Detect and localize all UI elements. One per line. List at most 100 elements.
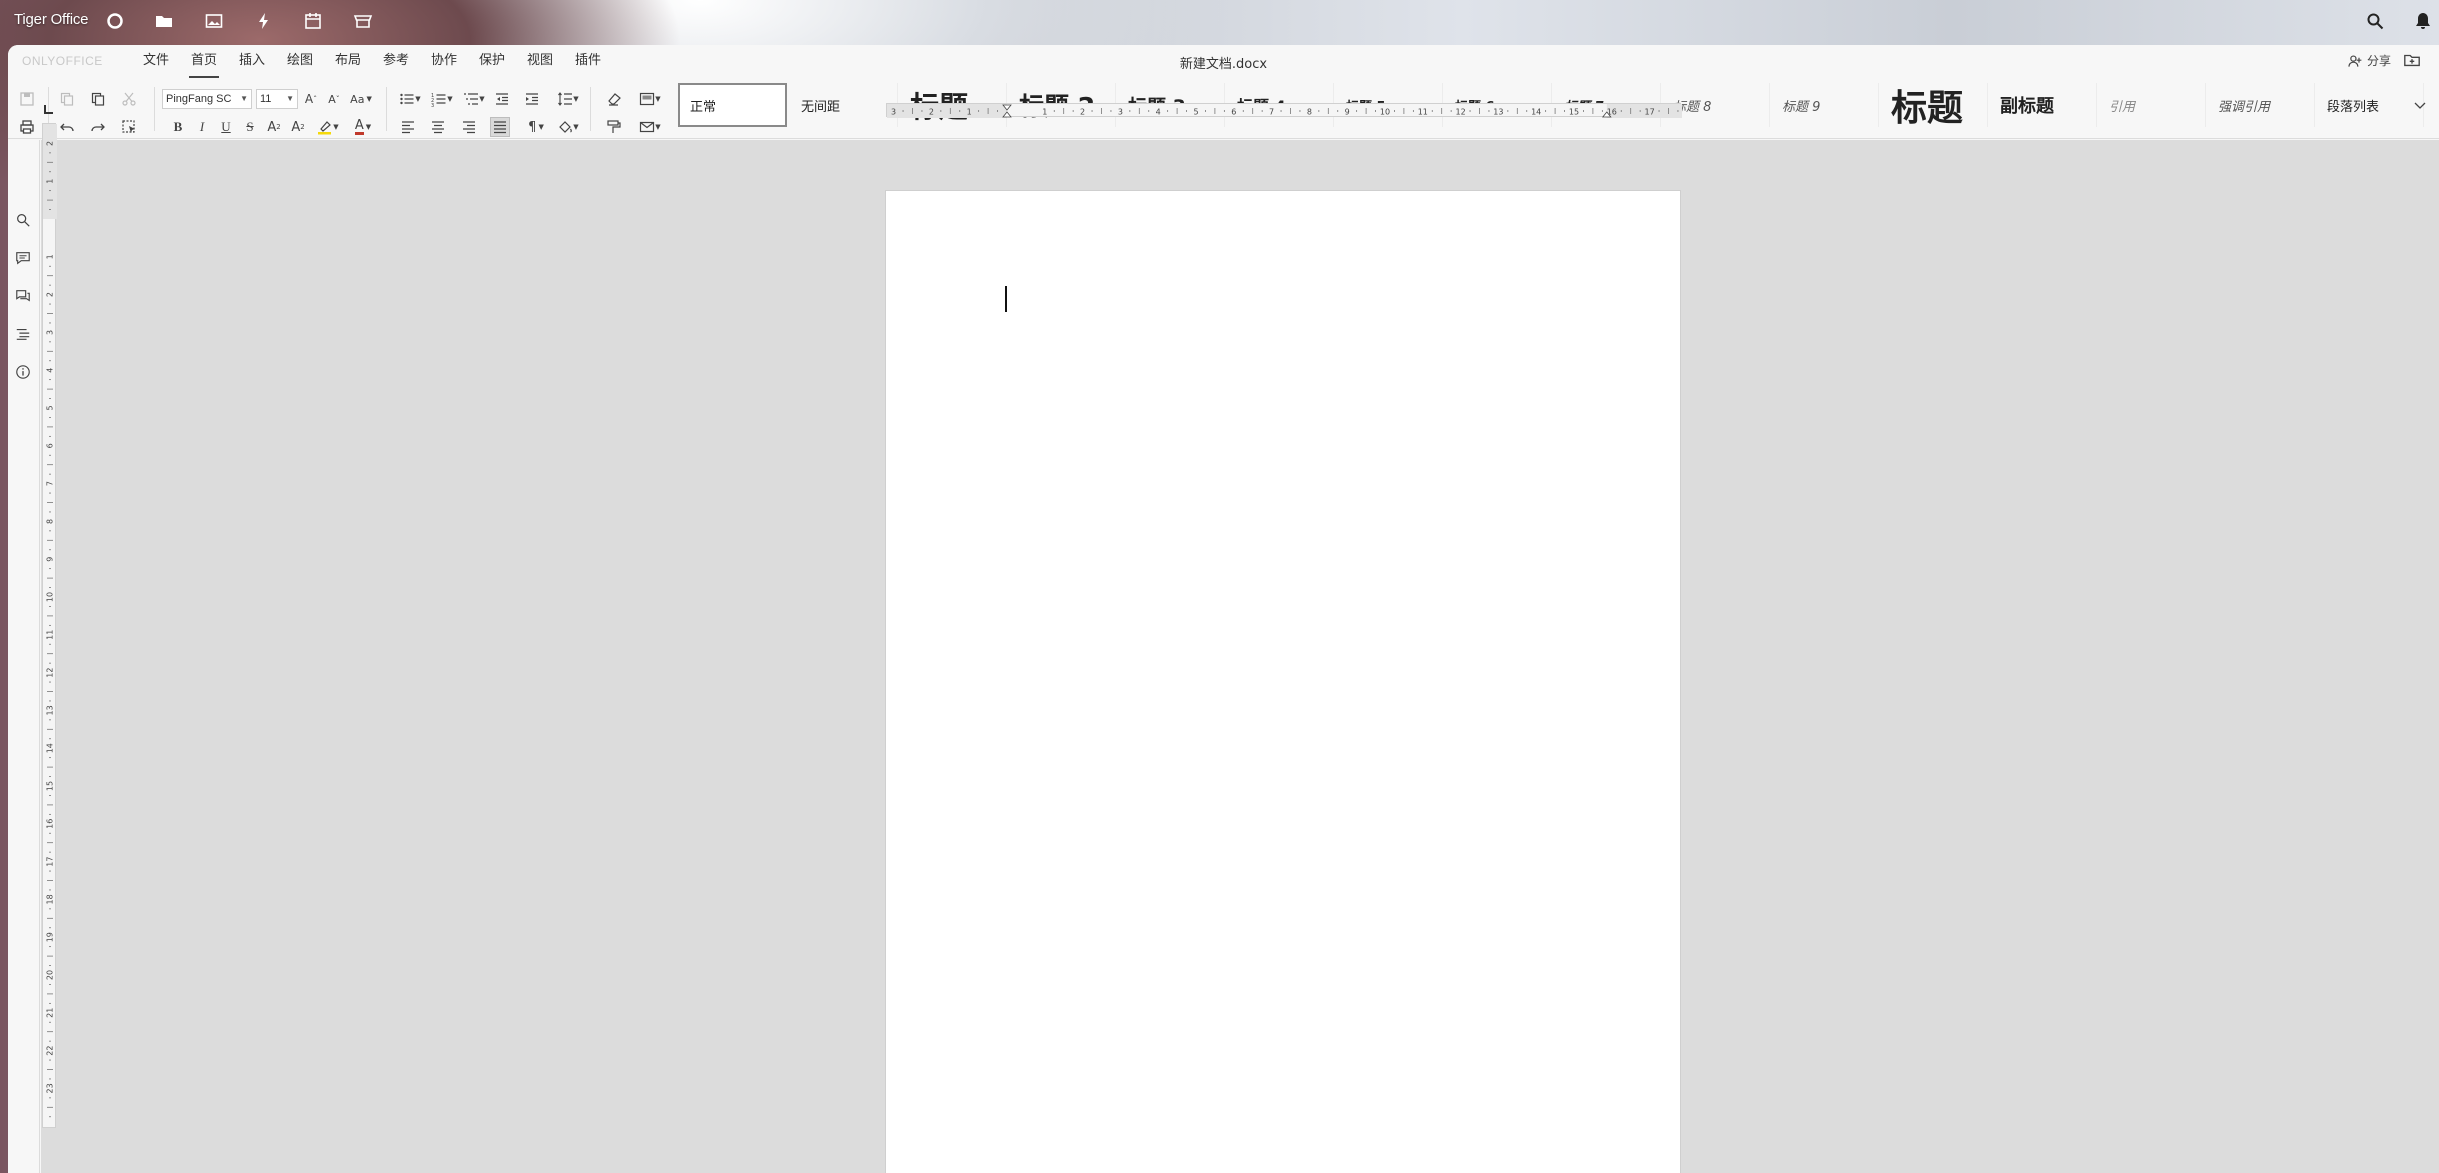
search-icon[interactable] bbox=[2364, 10, 2386, 32]
numbered-list-button[interactable]: 1 2 3 ▼ bbox=[428, 89, 456, 109]
print-icon[interactable] bbox=[17, 117, 37, 137]
save-icon[interactable] bbox=[17, 89, 37, 109]
ruler-label: 3 bbox=[891, 108, 896, 117]
font-name-combo[interactable]: PingFang SC ▼ bbox=[162, 89, 252, 109]
ruler-label: 10 bbox=[1380, 108, 1390, 117]
bullet-list-icon bbox=[400, 93, 414, 105]
vertical-ruler[interactable]: 2 1 1 2 3 4 5 6 7 8 9 10 11 12 13 14 15 16 17 18 19 20 21 22 23 bbox=[42, 123, 57, 1128]
horizontal-ruler[interactable]: 3 2 1 1 2 3 4 5 6 7 8 9 10 11 12 13 14 15 16 17 bbox=[886, 103, 1727, 118]
style-intense-quote[interactable]: 强调引用 bbox=[2206, 83, 2315, 127]
left-sidebar bbox=[8, 140, 40, 1173]
ruler-label: 12 bbox=[1456, 108, 1466, 117]
folder-icon[interactable] bbox=[153, 10, 175, 48]
ruler-label: 2 bbox=[1080, 108, 1085, 117]
highlighter-icon bbox=[318, 121, 332, 135]
chevron-down-icon[interactable] bbox=[2412, 97, 2428, 113]
superscript-icon: A bbox=[267, 119, 277, 135]
search-icon[interactable] bbox=[15, 212, 33, 230]
store-icon[interactable] bbox=[352, 10, 374, 32]
tab-file[interactable]: 文件 bbox=[141, 52, 171, 78]
align-left-icon[interactable] bbox=[398, 117, 418, 137]
multilevel-list-button[interactable]: ▼ bbox=[460, 89, 488, 109]
ruler-label: 7 bbox=[46, 481, 55, 486]
user-share-icon bbox=[2348, 54, 2362, 67]
document-page[interactable] bbox=[886, 191, 1680, 1173]
document-title: 新建文档.docx bbox=[1179, 57, 1268, 72]
folder-add-icon bbox=[2404, 54, 2420, 67]
superscript-button[interactable]: A2 bbox=[264, 117, 284, 137]
change-case-button[interactable]: Aa ▼ bbox=[346, 89, 376, 109]
paste-icon[interactable] bbox=[88, 89, 108, 109]
underline-button[interactable]: U bbox=[216, 117, 236, 137]
clear-style-icon[interactable] bbox=[604, 89, 624, 109]
tab-collaboration[interactable]: 协作 bbox=[429, 52, 459, 78]
italic-button[interactable]: I bbox=[192, 117, 212, 137]
style-normal[interactable]: 正常 bbox=[678, 83, 787, 127]
subscript-button[interactable]: A2 bbox=[288, 117, 308, 137]
info-icon[interactable] bbox=[15, 364, 33, 382]
align-center-icon[interactable] bbox=[428, 117, 448, 137]
lightning-icon[interactable] bbox=[253, 10, 275, 32]
justify-icon[interactable] bbox=[490, 117, 510, 137]
tab-protection[interactable]: 保护 bbox=[477, 52, 507, 78]
font-increase-button[interactable]: Aˆ bbox=[301, 89, 321, 109]
style-subtitle[interactable]: 副标题 bbox=[1988, 83, 2097, 127]
app-logo: ONLYOFFICE bbox=[22, 54, 103, 68]
line-spacing-button[interactable]: ▼ bbox=[554, 89, 582, 109]
ruler-label: 1 bbox=[967, 108, 972, 117]
bold-button[interactable]: B bbox=[168, 117, 188, 137]
tab-insert[interactable]: 插入 bbox=[237, 52, 267, 78]
font-increase-icon: A bbox=[304, 92, 314, 106]
tab-home[interactable]: 首页 bbox=[189, 52, 220, 78]
increase-indent-icon[interactable] bbox=[522, 89, 542, 109]
ruler-label: 10 bbox=[46, 592, 55, 602]
comment-icon[interactable] bbox=[15, 250, 33, 268]
mail-icon bbox=[640, 121, 655, 133]
navigation-icon[interactable] bbox=[15, 326, 33, 344]
chevron-down-icon: ▼ bbox=[240, 94, 248, 103]
tab-draw[interactable]: 绘图 bbox=[285, 52, 315, 78]
share-button[interactable]: 分享 bbox=[2347, 52, 2391, 69]
tab-view[interactable]: 视图 bbox=[525, 52, 555, 78]
copy-icon[interactable] bbox=[57, 89, 77, 109]
align-right-icon[interactable] bbox=[459, 117, 479, 137]
shading-button[interactable]: ▼ bbox=[554, 117, 582, 137]
tab-stop-selector[interactable] bbox=[43, 104, 54, 115]
tab-layout[interactable]: 布局 bbox=[333, 52, 363, 78]
strikethrough-button[interactable]: S bbox=[240, 117, 260, 137]
color-scheme-button[interactable]: ▼ bbox=[635, 89, 665, 109]
ruler-label: 9 bbox=[1345, 108, 1350, 117]
copy-style-icon[interactable] bbox=[604, 117, 624, 137]
style-quote[interactable]: 引用 bbox=[2097, 83, 2206, 127]
font-decrease-button[interactable]: Aˇ bbox=[324, 89, 344, 109]
circle-icon[interactable] bbox=[104, 10, 126, 32]
ruler-label: 12 bbox=[46, 668, 55, 678]
bullet-list-button[interactable]: ▼ bbox=[396, 89, 424, 109]
image-icon[interactable] bbox=[203, 10, 225, 32]
open-location-button[interactable] bbox=[2403, 51, 2423, 71]
style-no-spacing[interactable]: 无间距 bbox=[789, 83, 898, 127]
highlight-button[interactable]: ▼ bbox=[313, 117, 343, 137]
font-name-value: PingFang SC bbox=[166, 93, 232, 105]
chat-icon[interactable] bbox=[15, 288, 33, 306]
font-size-combo[interactable]: 11 ▼ bbox=[256, 89, 298, 109]
tab-plugins[interactable]: 插件 bbox=[573, 52, 603, 78]
style-list-paragraph[interactable]: 段落列表 bbox=[2315, 83, 2424, 127]
style-heading-9[interactable]: 标题 9 bbox=[1770, 83, 1879, 127]
decrease-indent-icon[interactable] bbox=[492, 89, 512, 109]
nonprinting-characters-button[interactable]: ¶ ▼ bbox=[522, 117, 550, 137]
mail-merge-button[interactable]: ▼ bbox=[635, 117, 665, 137]
ruler-label: 4 bbox=[1156, 108, 1161, 117]
calendar-icon[interactable] bbox=[302, 10, 324, 32]
cut-icon[interactable] bbox=[119, 89, 139, 109]
redo-icon[interactable] bbox=[88, 117, 108, 137]
line-spacing-icon bbox=[558, 92, 573, 106]
vertical-ruler-scale: 211234567891011121314151617181920212223 bbox=[43, 124, 57, 1118]
bell-icon[interactable] bbox=[2412, 10, 2434, 32]
style-title[interactable]: 标题 bbox=[1879, 83, 1988, 127]
undo-icon[interactable] bbox=[57, 117, 77, 137]
font-color-button[interactable]: A ▼ bbox=[348, 117, 378, 137]
select-all-icon[interactable] bbox=[119, 117, 139, 137]
tab-references[interactable]: 参考 bbox=[381, 52, 411, 78]
menu-row: ONLYOFFICE 文件 首页 插入 绘图 布局 参考 协作 保护 视图 插件… bbox=[8, 45, 2439, 78]
